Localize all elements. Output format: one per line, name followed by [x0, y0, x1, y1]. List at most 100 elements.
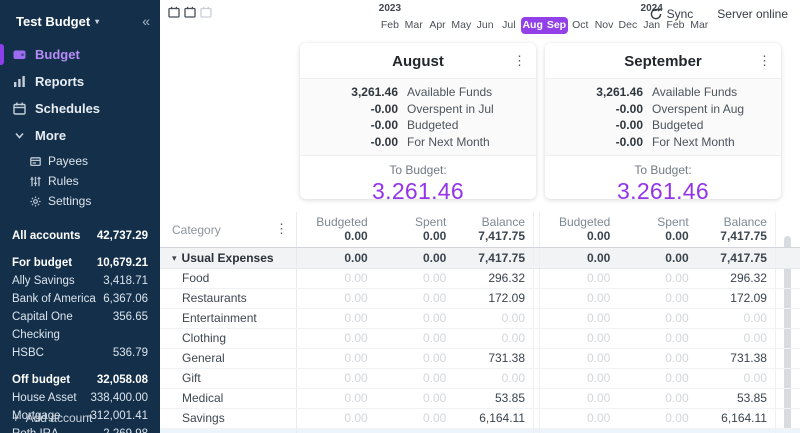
- cell-budgeted[interactable]: 0.00: [297, 329, 376, 348]
- group-toggle-icon[interactable]: ▾: [172, 248, 177, 268]
- cell-spent[interactable]: 0.00: [376, 429, 455, 433]
- cell-balance[interactable]: 53.85: [697, 389, 775, 408]
- cell-budgeted[interactable]: 0.00: [297, 409, 376, 428]
- cell-spent[interactable]: 0.00: [618, 349, 696, 368]
- cell-budgeted[interactable]: 0.00: [540, 269, 618, 288]
- cell-budgeted[interactable]: 0.00: [540, 329, 618, 348]
- account-group-header[interactable]: For budget10,679.21: [0, 254, 160, 272]
- cell-spent[interactable]: 0.00: [376, 269, 455, 288]
- account-group-header[interactable]: Off budget32,058.08: [0, 371, 160, 389]
- cell-budgeted[interactable]: 0.00: [540, 309, 618, 328]
- sidebar-item-reports[interactable]: Reports: [0, 68, 160, 95]
- cell-balance[interactable]: 0.00: [697, 429, 775, 433]
- account-row[interactable]: HSBC536.79: [0, 344, 160, 362]
- header-balance[interactable]: Balance7,417.75: [697, 212, 775, 247]
- sidebar-item-rules[interactable]: Rules: [0, 171, 160, 191]
- cell-balance[interactable]: 731.38: [697, 349, 775, 368]
- header-balance[interactable]: Balance7,417.75: [454, 212, 533, 247]
- account-row[interactable]: Bank of America6,367.06: [0, 290, 160, 308]
- cell-budgeted[interactable]: 0.00: [540, 409, 618, 428]
- cell-budgeted[interactable]: 0.00: [297, 429, 376, 433]
- cell-budgeted[interactable]: 0.00: [297, 349, 376, 368]
- cell-balance[interactable]: 0.00: [454, 429, 533, 433]
- cell-budgeted[interactable]: 0.00: [540, 248, 618, 268]
- category-cell[interactable]: Restaurants: [160, 289, 297, 308]
- cell-balance[interactable]: 172.09: [454, 289, 533, 308]
- cell-spent[interactable]: 0.00: [618, 409, 696, 428]
- cell-balance[interactable]: 0.00: [697, 329, 775, 348]
- cell-balance[interactable]: 0.00: [697, 309, 775, 328]
- category-cell[interactable]: Gift: [160, 369, 297, 388]
- cell-budgeted[interactable]: 0.00: [297, 269, 376, 288]
- category-cell[interactable]: Medical: [160, 389, 297, 408]
- cell-spent[interactable]: 0.00: [618, 329, 696, 348]
- category-cell[interactable]: General: [160, 349, 297, 368]
- cell-spent[interactable]: 0.00: [618, 269, 696, 288]
- cell-spent[interactable]: 0.00: [376, 369, 455, 388]
- cell-balance[interactable]: 6,164.11: [454, 409, 533, 428]
- cell-spent[interactable]: 0.00: [618, 248, 696, 268]
- cell-budgeted[interactable]: 0.00: [540, 389, 618, 408]
- cell-spent[interactable]: 0.00: [618, 289, 696, 308]
- cell-spent[interactable]: 0.00: [376, 409, 455, 428]
- month-cell-mar[interactable]: Mar: [402, 17, 426, 34]
- header-budgeted[interactable]: Budgeted0.00: [540, 212, 618, 247]
- cell-budgeted[interactable]: 0.00: [540, 369, 618, 388]
- cell-balance[interactable]: 7,417.75: [697, 248, 775, 268]
- cell-balance[interactable]: 7,417.75: [454, 248, 533, 268]
- to-budget-amount[interactable]: 3,261.46: [300, 178, 536, 199]
- category-menu-icon[interactable]: ⋮: [275, 222, 288, 235]
- month-cell-feb[interactable]: Feb: [378, 17, 402, 34]
- one-month-view-icon[interactable]: [168, 6, 180, 18]
- server-status[interactable]: Server online: [717, 7, 788, 21]
- cell-balance[interactable]: 172.09: [697, 289, 775, 308]
- cell-spent[interactable]: 0.00: [618, 369, 696, 388]
- month-cell-nov[interactable]: Nov: [592, 17, 616, 34]
- cell-balance[interactable]: 296.32: [454, 269, 533, 288]
- cell-balance[interactable]: 0.00: [697, 369, 775, 388]
- header-spent[interactable]: Spent0.00: [618, 212, 696, 247]
- sidebar-item-settings[interactable]: Settings: [0, 191, 160, 211]
- sidebar-item-budget[interactable]: Budget: [0, 41, 160, 68]
- month-cell-apr[interactable]: Apr: [426, 17, 450, 34]
- category-cell[interactable]: Food: [160, 269, 297, 288]
- month-cell-dec[interactable]: Dec: [616, 17, 640, 34]
- two-month-view-icon[interactable]: [184, 6, 196, 18]
- month-cell-jun[interactable]: Jun: [473, 17, 497, 34]
- group-toggle-icon[interactable]: ▸: [172, 429, 177, 433]
- cell-spent[interactable]: 0.00: [376, 329, 455, 348]
- cell-spent[interactable]: 0.00: [376, 349, 455, 368]
- cell-spent[interactable]: 0.00: [618, 429, 696, 433]
- budget-switcher[interactable]: Test Budget ▾: [16, 14, 99, 29]
- category-cell[interactable]: ▾Usual Expenses: [160, 248, 297, 268]
- cell-budgeted[interactable]: 0.00: [297, 369, 376, 388]
- month-cell-oct[interactable]: Oct: [568, 17, 592, 34]
- month-cell-sep[interactable]: Sep: [545, 17, 569, 34]
- cell-spent[interactable]: 0.00: [618, 309, 696, 328]
- cell-budgeted[interactable]: 0.00: [540, 429, 618, 433]
- cell-budgeted[interactable]: 0.00: [540, 349, 618, 368]
- cell-balance[interactable]: 296.32: [697, 269, 775, 288]
- month-cell-jul[interactable]: Jul: [497, 17, 521, 34]
- cell-balance[interactable]: 731.38: [454, 349, 533, 368]
- cell-balance[interactable]: 6,164.11: [697, 409, 775, 428]
- cell-spent[interactable]: 0.00: [376, 248, 455, 268]
- sidebar-item-payees[interactable]: Payees: [0, 151, 160, 171]
- account-row[interactable]: Roth IRA2,269.98: [0, 425, 160, 433]
- header-budgeted[interactable]: Budgeted0.00: [297, 212, 376, 247]
- month-cell-may[interactable]: May: [449, 17, 473, 34]
- category-cell[interactable]: Savings: [160, 409, 297, 428]
- to-budget-amount[interactable]: 3,261.46: [545, 178, 781, 199]
- account-row[interactable]: Ally Savings3,418.71: [0, 272, 160, 290]
- account-row[interactable]: House Asset338,400.00: [0, 389, 160, 407]
- cell-spent[interactable]: 0.00: [376, 289, 455, 308]
- category-cell[interactable]: Clothing: [160, 329, 297, 348]
- cell-spent[interactable]: 0.00: [376, 309, 455, 328]
- cell-spent[interactable]: 0.00: [376, 389, 455, 408]
- cell-balance[interactable]: 0.00: [454, 309, 533, 328]
- month-cell-aug[interactable]: Aug: [521, 17, 545, 34]
- cell-budgeted[interactable]: 0.00: [540, 289, 618, 308]
- cell-balance[interactable]: 0.00: [454, 369, 533, 388]
- cell-spent[interactable]: 0.00: [618, 389, 696, 408]
- category-cell[interactable]: Entertainment: [160, 309, 297, 328]
